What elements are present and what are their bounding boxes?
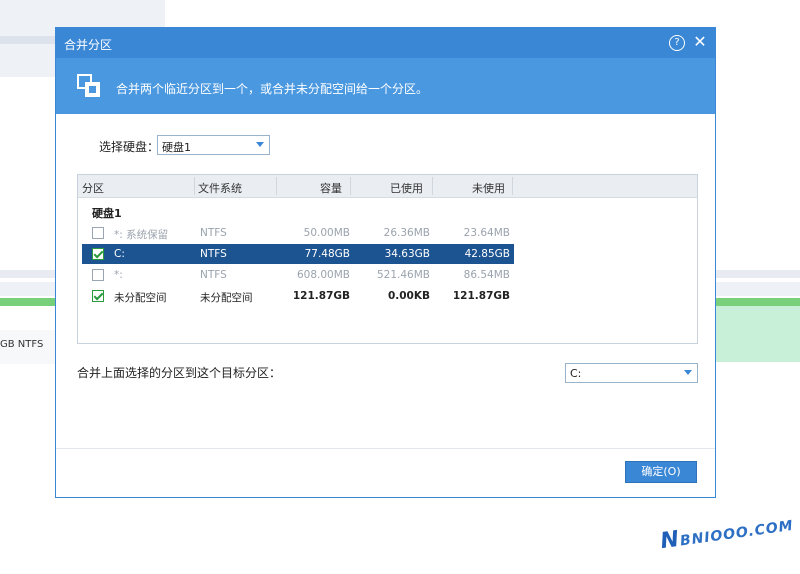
info-banner: 合并两个临近分区到一个，或合并未分配空间给一个分区。 xyxy=(56,58,715,114)
footer-divider xyxy=(56,448,715,449)
background-partition-label: GB NTFS xyxy=(0,339,44,350)
cell-used: 521.46MB xyxy=(376,269,430,281)
disk-select-label: 选择硬盘： xyxy=(99,140,160,154)
cell-partition: C: xyxy=(114,248,125,260)
cell-partition: 未分配空间 xyxy=(114,292,167,304)
row-checkbox[interactable] xyxy=(92,227,104,239)
cell-used: 34.63GB xyxy=(384,248,430,260)
column-divider xyxy=(512,177,513,195)
chevron-down-icon xyxy=(256,142,264,147)
table-row: *: 系统保留 NTFS 50.00MB 26.36MB 23.64MB xyxy=(82,223,514,243)
background-usage-bar xyxy=(716,298,800,306)
chevron-down-icon xyxy=(684,370,692,375)
watermark-letter: N xyxy=(658,526,682,555)
cell-used: 0.00KB xyxy=(387,290,430,302)
cell-filesystem: NTFS xyxy=(200,248,227,260)
target-partition-label: 合并上面选择的分区到这个目标分区： xyxy=(77,366,282,380)
background-usage-bar xyxy=(0,298,56,306)
cell-filesystem: NTFS xyxy=(200,227,227,239)
cell-capacity: 50.00MB xyxy=(303,227,350,239)
column-header-partition[interactable]: 分区 xyxy=(82,180,104,196)
cell-free: 23.64MB xyxy=(463,227,510,239)
close-icon[interactable]: ✕ xyxy=(691,32,709,52)
table-row: *: NTFS 608.00MB 521.46MB 86.54MB xyxy=(82,265,514,285)
dialog-title: 合并分区 xyxy=(64,38,113,52)
banner-description: 合并两个临近分区到一个，或合并未分配空间给一个分区。 xyxy=(116,82,429,96)
background-partition-block xyxy=(716,306,800,362)
column-divider xyxy=(194,177,195,195)
watermark-logo: NBNIOOO.COM xyxy=(659,511,795,554)
disk-group-label: 硬盘1 xyxy=(92,207,122,220)
cell-free: 121.87GB xyxy=(452,290,510,302)
row-checkbox[interactable] xyxy=(92,290,104,302)
cell-filesystem: 未分配空间 xyxy=(200,292,253,304)
table-header: 分区 文件系统 容量 已使用 未使用 xyxy=(78,175,697,198)
cell-free: 86.54MB xyxy=(463,269,510,281)
row-checkbox[interactable] xyxy=(92,269,104,281)
column-divider xyxy=(432,177,433,195)
column-divider xyxy=(276,177,277,195)
column-header-filesystem[interactable]: 文件系统 xyxy=(198,180,242,196)
merge-partition-dialog: 合并分区 ? ✕ 合并两个临近分区到一个，或合并未分配空间给一个分区。 选择硬盘… xyxy=(55,27,716,498)
cell-capacity: 77.48GB xyxy=(304,248,350,260)
dialog-titlebar: 合并分区 ? ✕ xyxy=(56,28,715,58)
column-header-capacity[interactable]: 容量 xyxy=(320,180,342,196)
cell-filesystem: NTFS xyxy=(200,269,227,281)
watermark-text: BNIOOO.COM xyxy=(679,517,795,550)
target-select-value: C: xyxy=(570,367,582,380)
table-row[interactable]: 未分配空间 未分配空间 121.87GB 0.00KB 121.87GB xyxy=(82,286,514,306)
cell-partition: *: xyxy=(114,269,123,281)
column-header-free[interactable]: 未使用 xyxy=(472,180,505,196)
disk-select-value: 硬盘1 xyxy=(162,141,191,154)
cell-free: 42.85GB xyxy=(464,248,510,260)
partition-table: 分区 文件系统 容量 已使用 未使用 硬盘1 *: 系统保留 NTFS 50.0… xyxy=(77,174,698,344)
column-header-used[interactable]: 已使用 xyxy=(390,180,423,196)
column-divider xyxy=(350,177,351,195)
cell-capacity: 121.87GB xyxy=(292,290,350,302)
disk-select[interactable]: 硬盘1 xyxy=(157,135,270,155)
cell-capacity: 608.00MB xyxy=(296,269,350,281)
cell-used: 26.36MB xyxy=(383,227,430,239)
help-icon[interactable]: ? xyxy=(669,35,685,51)
table-row[interactable]: C: NTFS 77.48GB 34.63GB 42.85GB xyxy=(82,244,514,264)
ok-button[interactable]: 确定(O) xyxy=(625,461,697,483)
merge-partition-icon xyxy=(77,74,100,97)
cell-partition: *: 系统保留 xyxy=(114,229,169,241)
target-partition-select[interactable]: C: xyxy=(565,363,698,383)
row-checkbox[interactable] xyxy=(92,248,104,260)
